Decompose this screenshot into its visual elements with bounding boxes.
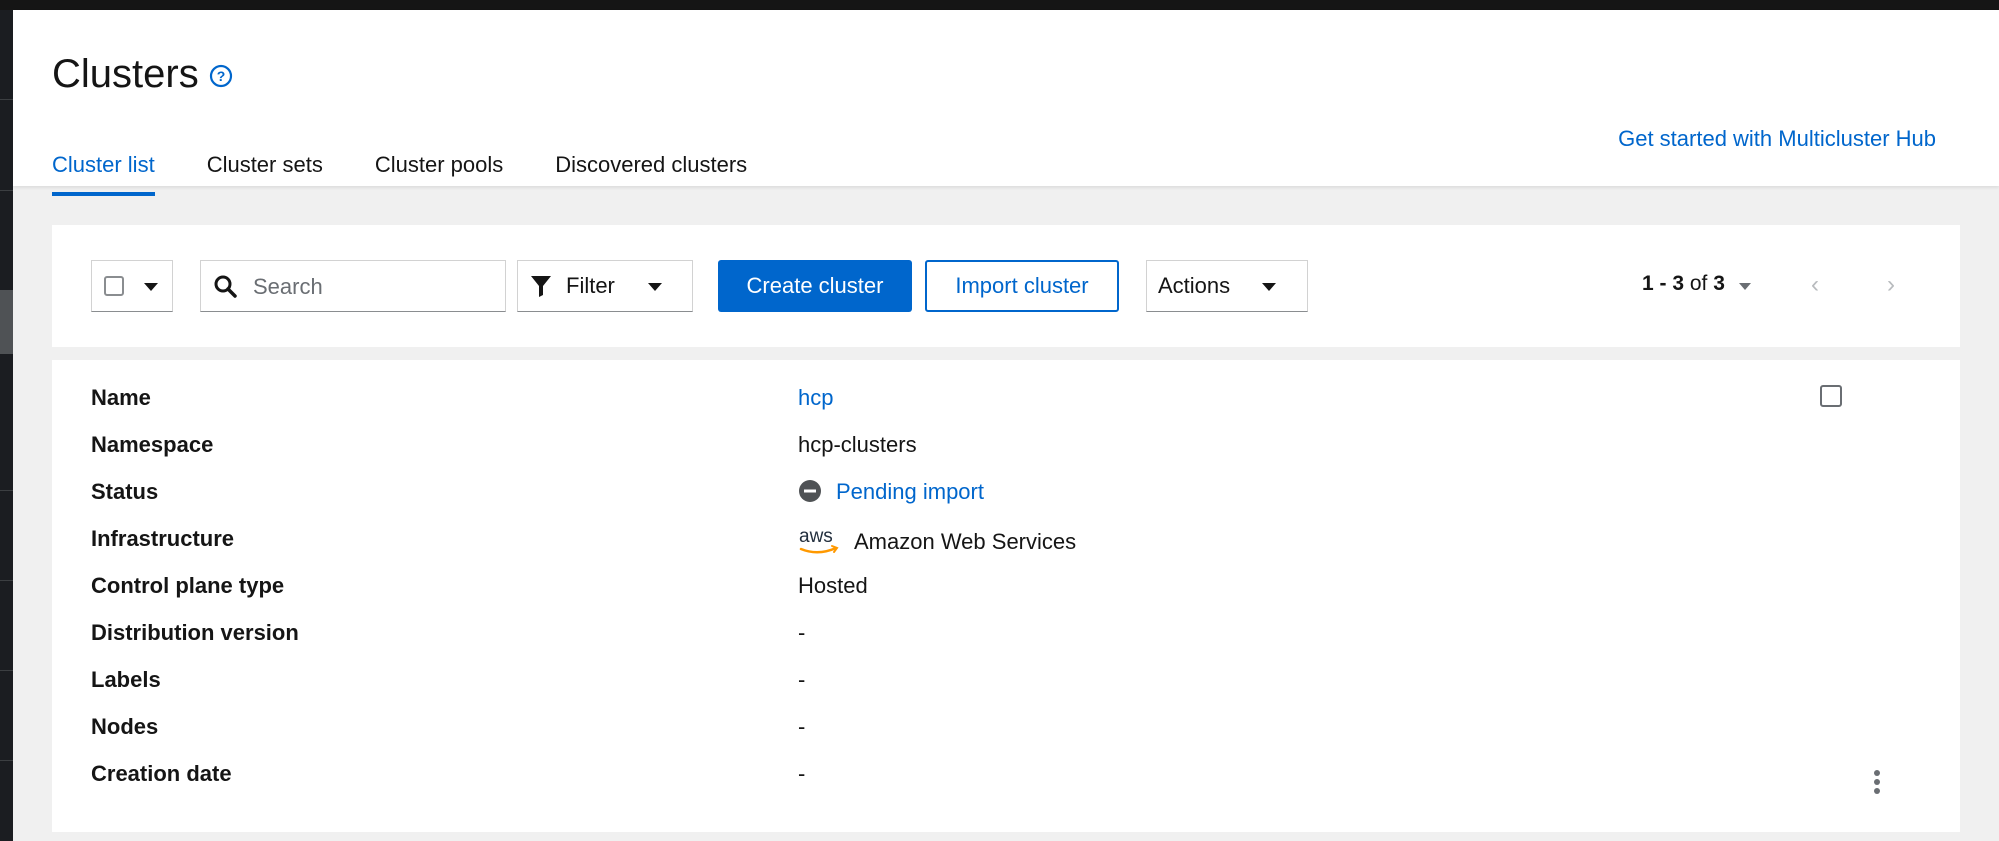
svg-text:aws: aws [799,526,833,547]
field-label: Control plane type [91,573,285,598]
field-label: Creation date [91,761,232,786]
pagination-total: 3 [1713,272,1725,295]
caret-down-icon[interactable] [1739,283,1751,290]
tab-cluster-list[interactable]: Cluster list [52,150,155,196]
bulk-select-checkbox[interactable] [104,276,124,296]
nav-divider [0,490,13,491]
field-label: Distribution version [91,620,299,645]
aws-logo: aws [799,526,839,554]
pagination-range: 1 - 3 [1642,272,1685,295]
search-box[interactable] [200,260,506,313]
nav-selected-item[interactable] [0,290,13,354]
field-value: - [798,620,806,645]
field-label: Labels [91,667,161,692]
infrastructure-text: Amazon Web Services [854,528,1077,554]
caret-down-icon [1262,283,1276,291]
field-label: Infrastructure [91,526,235,551]
actions-dropdown[interactable]: Actions [1146,260,1308,312]
nav-divider [0,580,13,581]
caret-down-icon [144,283,158,291]
status-value: Pending import [798,479,984,505]
field-value: Hosted [798,573,868,598]
minus-circle-icon [799,480,821,503]
nav-divider [0,99,13,100]
question-circle-icon[interactable]: ? [209,64,233,88]
field-value: - [798,667,806,692]
cluster-card: Name hcp Namespace hcp-clusters Status P… [52,360,1960,832]
nav-divider [0,760,13,761]
angle-left-icon[interactable]: ‹ [1811,273,1819,297]
field-label: Name [91,385,151,410]
infrastructure-value: aws Amazon Web Services [798,526,1076,560]
status-link[interactable]: Pending import [836,479,984,504]
field-label: Nodes [91,714,159,739]
field-value: - [798,714,806,739]
create-cluster-button[interactable]: Create cluster [718,260,912,312]
search-icon [214,275,237,298]
svg-text:?: ? [217,68,226,84]
import-cluster-button[interactable]: Import cluster [925,260,1119,312]
bulk-select-dropdown[interactable] [91,260,173,312]
field-label: Namespace [91,432,214,457]
nav-divider [0,670,13,671]
actions-label: Actions [1158,273,1231,298]
pagination-toggle[interactable]: 1 - 3 of 3 [1642,272,1725,296]
filter-label: Filter [566,273,615,298]
nav-divider [0,190,13,191]
tab-cluster-pools[interactable]: Cluster pools [375,150,503,196]
field-value: hcp-clusters [798,432,917,457]
tab-discovered-clusters[interactable]: Discovered clusters [555,150,747,196]
tab-cluster-sets[interactable]: Cluster sets [207,150,323,196]
caret-down-icon [648,283,662,291]
search-input[interactable] [251,261,495,313]
page-title: Clusters [52,52,199,96]
page-header: Clusters ? Get started with Multicluster… [13,10,1999,196]
field-value: - [798,761,806,786]
filter-icon [531,276,551,297]
kebab-menu-icon[interactable] [1872,770,1882,796]
masthead-bar [0,0,1999,10]
cluster-name-link[interactable]: hcp [798,385,833,411]
filter-dropdown[interactable]: Filter [517,260,693,312]
tab-bar: Cluster list Cluster sets Cluster pools … [52,150,799,196]
get-started-link[interactable]: Get started with Multicluster Hub [1618,126,1936,152]
side-nav-rail [0,10,13,841]
angle-right-icon[interactable]: › [1887,273,1895,297]
field-label: Status [91,479,159,504]
pagination-of: of [1689,272,1708,295]
row-select-checkbox[interactable] [1820,385,1842,407]
cluster-toolbar: Filter Create cluster Import cluster Act… [52,225,1960,347]
